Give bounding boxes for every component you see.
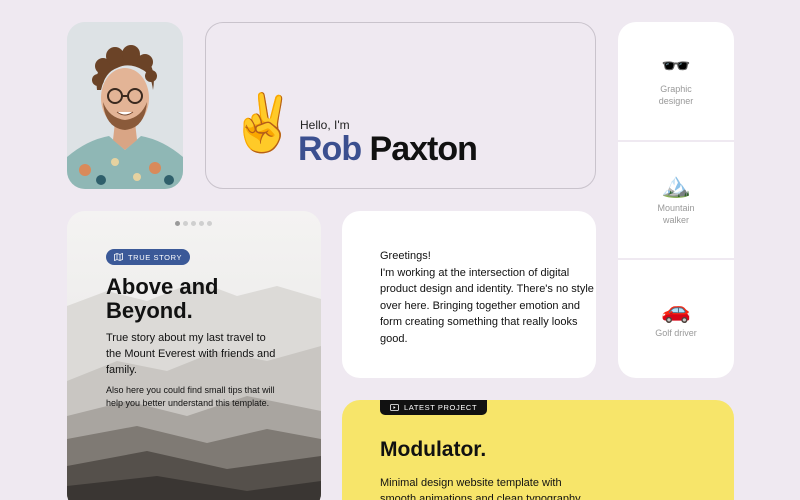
role-card-mountain-walker: 🏔️ Mountain walker: [618, 142, 734, 258]
map-icon: [114, 253, 123, 261]
badge-label: LATEST PROJECT: [404, 403, 478, 412]
carousel-dot[interactable]: [207, 221, 212, 226]
profile-photo: [67, 22, 183, 189]
story-card[interactable]: TRUE STORY Above and Beyond. True story …: [67, 211, 321, 500]
carousel-dots[interactable]: [175, 221, 212, 226]
role-card-golf-driver: 🚗 Golf driver: [618, 260, 734, 378]
greeting-headline: Greetings!: [380, 250, 431, 262]
carousel-dot[interactable]: [199, 221, 204, 226]
avatar-illustration: [67, 22, 183, 189]
project-description: Minimal design website template with smo…: [380, 477, 583, 500]
victory-hand-icon: ✌️: [228, 91, 298, 156]
greeting-body: I'm working at the intersection of digit…: [380, 266, 594, 345]
greeting-text: Greetings! I'm working at the intersecti…: [380, 248, 596, 347]
last-name: Paxton: [369, 130, 478, 168]
latest-project-card[interactable]: LATEST PROJECT Modulator. Minimal design…: [342, 400, 734, 500]
mountain-icon: 🏔️: [661, 171, 691, 200]
badge-label: TRUE STORY: [128, 252, 183, 262]
carousel-dot[interactable]: [191, 221, 196, 226]
latest-project-badge: LATEST PROJECT: [380, 400, 488, 415]
carousel-dot[interactable]: [183, 221, 188, 226]
role-label: Golf driver: [655, 328, 697, 339]
story-note: Also here you could find small tips that…: [106, 385, 275, 409]
carousel-dot[interactable]: [175, 221, 180, 226]
true-story-badge: TRUE STORY: [106, 249, 191, 265]
greeting-card: Greetings! I'm working at the intersecti…: [342, 211, 596, 378]
screen-icon: [390, 404, 399, 411]
car-icon: 🚗: [661, 296, 691, 325]
role-label: Mountain walker: [657, 203, 695, 225]
project-title: Modulator.: [380, 438, 487, 461]
sunglasses-icon: 🕶️: [661, 52, 691, 81]
intro-name: Rob Paxton: [298, 130, 478, 169]
intro-card: ✌️ Hello, I'm Rob Paxton: [205, 22, 596, 189]
story-description: True story about my last travel to the M…: [106, 332, 276, 376]
story-title: Above and Beyond.: [106, 274, 219, 324]
role-card-graphic-designer: 🕶️ Graphic designer: [618, 22, 734, 140]
first-name: Rob: [298, 130, 362, 168]
role-label: Graphic designer: [658, 84, 694, 106]
